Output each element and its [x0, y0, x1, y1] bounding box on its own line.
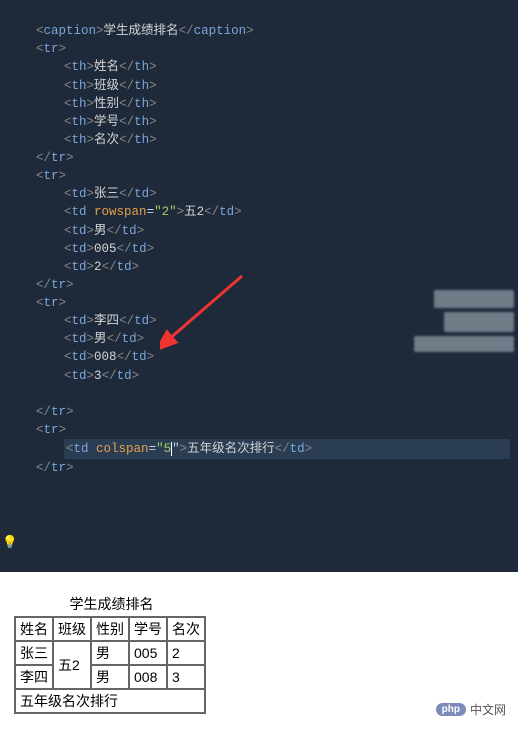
tag-td: td — [72, 187, 87, 201]
preview-table: 姓名 班级 性别 学号 名次 张三 五2 男 005 2 李四 男 008 3 … — [14, 616, 206, 714]
col-name: 姓名 — [15, 617, 53, 641]
cell-sid: 005 — [129, 641, 167, 665]
php-badge-icon: php — [436, 703, 466, 716]
col-rank: 名次 — [167, 617, 205, 641]
col-class: 班级 — [53, 617, 91, 641]
attr-rowspan: rowspan — [94, 205, 147, 219]
tag-th: th — [72, 60, 87, 74]
cell-class-merged: 五2 — [53, 641, 91, 689]
table-row: 张三 五2 男 005 2 — [15, 641, 205, 665]
red-arrow-annotation — [160, 272, 250, 350]
cell-rank: 3 — [167, 665, 205, 689]
tag-caption: caption — [44, 24, 97, 38]
watermark-text: 中文网 — [470, 701, 506, 718]
table-header-row: 姓名 班级 性别 学号 名次 — [15, 617, 205, 641]
rendered-preview: 学生成绩排名 姓名 班级 性别 学号 名次 张三 五2 男 005 2 李四 男… — [0, 572, 518, 732]
cell-gender: 男 — [91, 641, 129, 665]
redacted-region — [414, 336, 514, 352]
cursor-line[interactable]: <td colspan="5">五年级名次排行</td> — [64, 439, 510, 459]
attr-colspan: colspan — [96, 442, 149, 456]
cell-sid: 008 — [129, 665, 167, 689]
cell-name: 张三 — [15, 641, 53, 665]
redacted-region — [434, 290, 514, 308]
cell-gender: 男 — [91, 665, 129, 689]
watermark: php 中文网 — [436, 701, 506, 718]
cell-footer-merged: 五年级名次排行 — [15, 689, 205, 713]
col-sid: 学号 — [129, 617, 167, 641]
cell-rank: 2 — [167, 641, 205, 665]
cell-name: 李四 — [15, 665, 53, 689]
redacted-region — [444, 312, 514, 332]
lightbulb-icon[interactable]: 💡 — [2, 534, 18, 552]
angle-bracket: < — [36, 24, 44, 38]
col-gender: 性别 — [91, 617, 129, 641]
preview-caption: 学生成绩排名 — [14, 594, 209, 614]
table-footer-row: 五年级名次排行 — [15, 689, 205, 713]
caption-code-text: 学生成绩排名 — [104, 24, 179, 38]
code-editor: <caption>学生成绩排名</caption> <tr> <th>姓名</t… — [0, 0, 518, 572]
table-row: 李四 男 008 3 — [15, 665, 205, 689]
tag-tr: tr — [44, 42, 59, 56]
